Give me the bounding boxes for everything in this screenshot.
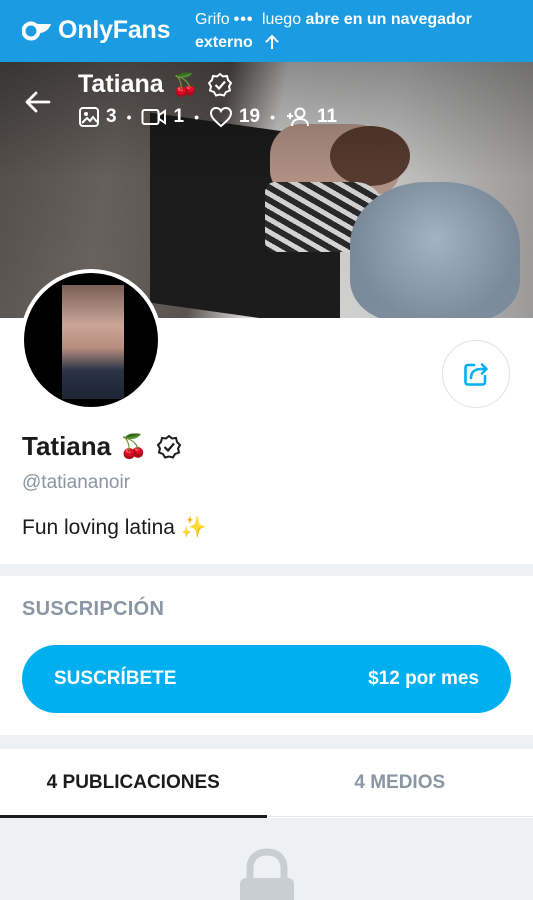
profile-handle: @tatiananoir [22, 472, 131, 493]
brand-logo: OnlyFans [22, 16, 171, 45]
stat-videos-count: 1 [173, 106, 185, 127]
subscribe-button[interactable]: SUSCRÍBETE $12 por mes [22, 645, 511, 713]
subscribe-label: SUSCRÍBETE [54, 668, 177, 689]
cover-header: Tatiana 🍒 3 • 1 • 19 • 11 [0, 62, 533, 142]
onlyfans-logo-icon [22, 21, 51, 40]
share-icon [464, 363, 488, 386]
locked-feed [0, 818, 533, 900]
profile-tabs: 4 PUBLICACIONES 4 MEDIOS [0, 750, 533, 818]
stat-separator: • [194, 109, 199, 125]
back-button[interactable] [22, 86, 54, 118]
stat-photos-count: 3 [106, 106, 117, 127]
stat-videos: 1 [141, 106, 184, 128]
subscribe-price: $12 por mes [368, 668, 479, 689]
stat-separator: • [270, 109, 276, 125]
share-button[interactable] [442, 340, 510, 408]
tab-media[interactable]: 4 MEDIOS [267, 750, 533, 816]
lock-icon [240, 848, 294, 900]
avatar-photo [62, 285, 124, 399]
cherry-emoji: 🍒 [171, 71, 200, 97]
stat-likes-count: 19 [238, 106, 261, 127]
image-icon [79, 107, 99, 127]
back-arrow-icon [25, 91, 51, 113]
brand-name: OnlyFans [58, 16, 171, 44]
verified-icon [207, 72, 233, 97]
cover-name-text: Tatiana [78, 70, 164, 98]
tab-posts[interactable]: 4 PUBLICACIONES [0, 750, 267, 818]
open-in-browser-banner[interactable]: OnlyFans Grifo ••• luego abre en un naveg… [0, 0, 533, 62]
banner-text-2: luego [261, 11, 302, 28]
profile-name: Tatiana 🍒 [22, 431, 182, 462]
heart-icon [209, 106, 232, 128]
video-icon [141, 109, 167, 125]
stat-photos: 3 [78, 106, 117, 128]
stat-likes: 19 [209, 106, 260, 128]
avatar-image [24, 273, 158, 407]
stat-fans-count: 11 [317, 106, 338, 127]
banner-dots: ••• [233, 11, 254, 28]
arrow-up-icon [265, 34, 279, 49]
fans-icon [287, 107, 310, 127]
cover-title: Tatiana 🍒 [78, 70, 233, 99]
avatar[interactable] [20, 269, 162, 411]
verified-icon [156, 434, 181, 459]
stat-separator: • [126, 109, 132, 125]
subscription-title: SUSCRIPCIÓN [22, 598, 165, 620]
stat-fans: 11 [285, 106, 337, 128]
banner-message: Grifo ••• luego abre en un navegador exte… [195, 8, 515, 54]
section-divider [0, 735, 533, 749]
profile-name-text: Tatiana [22, 431, 112, 461]
section-divider [0, 564, 533, 576]
profile-stats: 3 • 1 • 19 • 11 [78, 106, 337, 128]
profile-bio: Fun loving latina ✨ [22, 516, 207, 539]
cherry-emoji: 🍒 [119, 433, 148, 459]
banner-text-1: Grifo [195, 11, 230, 28]
